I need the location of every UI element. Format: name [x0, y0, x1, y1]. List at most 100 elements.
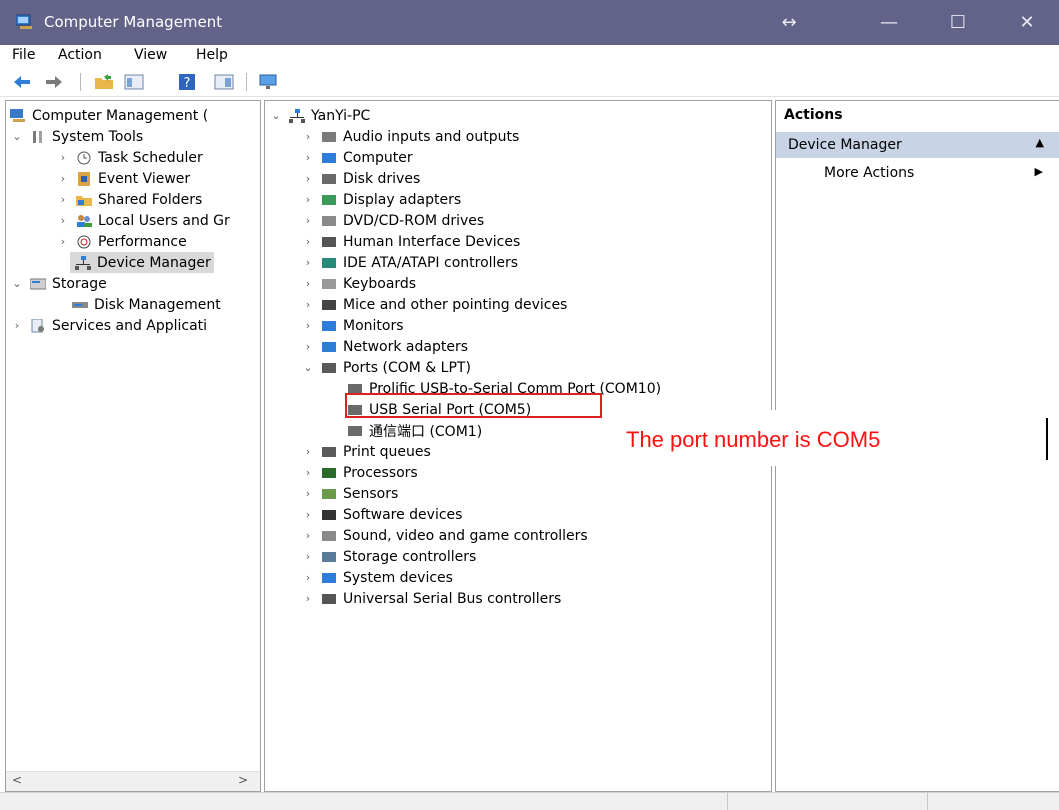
device-item-category-9[interactable]: › Monitors: [301, 315, 404, 336]
device-tree-root[interactable]: ⌄ YanYi-PC: [269, 105, 370, 126]
tree-item-disk-management[interactable]: Disk Management: [70, 294, 221, 315]
storage-icon: [30, 278, 46, 289]
device-item-category-8[interactable]: › Mice and other pointing devices: [301, 294, 568, 315]
chevron-down-icon[interactable]: ⌄: [10, 277, 24, 290]
pc-icon: [289, 108, 305, 123]
properties-icon[interactable]: [214, 73, 234, 91]
device-item-category-10[interactable]: › Network adapters: [301, 336, 468, 357]
scroll-left-icon[interactable]: <: [12, 773, 22, 787]
monitor-icon[interactable]: [258, 73, 278, 91]
tree-item-performance[interactable]: › Performance: [56, 231, 187, 252]
maximize-button[interactable]: ☐: [935, 0, 981, 45]
chevron-right-icon[interactable]: ›: [301, 172, 315, 185]
menu-file[interactable]: File: [12, 47, 35, 63]
device-item-label: Universal Serial Bus controllers: [343, 590, 562, 607]
show-hide-tree-icon[interactable]: [124, 73, 144, 91]
horizontal-scrollbar[interactable]: < >: [6, 771, 260, 791]
device-item-category-3[interactable]: › Display adapters: [301, 189, 461, 210]
disk-drive-icon: [322, 173, 336, 184]
actions-header: Actions: [784, 107, 843, 123]
folder-up-icon[interactable]: [94, 73, 114, 91]
more-actions-link[interactable]: More Actions: [824, 165, 914, 181]
tree-item-services-applications[interactable]: › Services and Applicati: [10, 315, 207, 336]
menu-bar: File Action View Help: [0, 45, 1059, 67]
disk-icon: [72, 301, 88, 308]
device-item-category-after-0[interactable]: › Print queues: [301, 441, 431, 462]
chevron-right-icon[interactable]: ›: [301, 235, 315, 248]
device-item-category-after-7[interactable]: › Universal Serial Bus controllers: [301, 588, 561, 609]
device-item-port-2[interactable]: 通信端口 (COM1): [341, 420, 482, 441]
device-item-category-after-1[interactable]: › Processors: [301, 462, 418, 483]
chevron-right-icon[interactable]: ›: [301, 256, 315, 269]
tree-item-storage[interactable]: ⌄ Storage: [10, 273, 106, 294]
tree-item-label: Services and Applicati: [52, 317, 208, 334]
chevron-right-icon[interactable]: ›: [56, 172, 70, 185]
hid-icon: [322, 236, 336, 247]
device-item-category-11[interactable]: ⌄ Ports (COM & LPT): [301, 357, 471, 378]
sensor-icon: [322, 488, 336, 499]
device-item-category-after-3[interactable]: › Software devices: [301, 504, 463, 525]
chevron-right-icon[interactable]: ›: [301, 445, 315, 458]
chevron-right-icon[interactable]: ›: [301, 592, 315, 605]
device-item-category-after-6[interactable]: › System devices: [301, 567, 453, 588]
chevron-right-icon[interactable]: ›: [301, 466, 315, 479]
device-item-category-after-4[interactable]: › Sound, video and game controllers: [301, 525, 588, 546]
back-arrow-icon[interactable]: [12, 73, 32, 91]
close-button[interactable]: ✕: [1004, 0, 1050, 45]
device-item-category-4[interactable]: › DVD/CD-ROM drives: [301, 210, 484, 231]
device-item-category-2[interactable]: › Disk drives: [301, 168, 420, 189]
chevron-right-icon[interactable]: ›: [301, 340, 315, 353]
chevron-right-icon[interactable]: ›: [301, 298, 315, 311]
device-item-label: Human Interface Devices: [343, 233, 521, 250]
chevron-down-icon[interactable]: ⌄: [301, 361, 315, 374]
chevron-right-icon[interactable]: ›: [301, 319, 315, 332]
device-item-category-0[interactable]: › Audio inputs and outputs: [301, 126, 519, 147]
tree-item-event-viewer[interactable]: › Event Viewer: [56, 168, 190, 189]
tree-item-device-manager[interactable]: Device Manager: [70, 252, 214, 273]
chevron-right-icon[interactable]: ›: [301, 487, 315, 500]
network-adapter-icon: [322, 341, 336, 352]
resize-icon[interactable]: ↔: [766, 0, 812, 45]
actions-section-label: Device Manager: [788, 137, 902, 153]
tree-item-task-scheduler[interactable]: › Task Scheduler: [56, 147, 203, 168]
device-item-label: 通信端口 (COM1): [369, 423, 483, 440]
device-item-category-after-5[interactable]: › Storage controllers: [301, 546, 477, 567]
help-icon[interactable]: ?: [178, 73, 198, 91]
menu-view[interactable]: View: [134, 47, 167, 63]
chevron-right-icon[interactable]: ›: [56, 235, 70, 248]
scroll-right-icon[interactable]: >: [238, 773, 248, 787]
chevron-right-icon[interactable]: ›: [301, 529, 315, 542]
menu-help[interactable]: Help: [196, 47, 228, 63]
device-item-category-after-2[interactable]: › Sensors: [301, 483, 399, 504]
forward-arrow-icon[interactable]: [44, 73, 64, 91]
tree-item-computer-management[interactable]: Computer Management (: [10, 105, 208, 126]
chevron-down-icon[interactable]: ⌄: [10, 130, 24, 143]
device-item-category-6[interactable]: › IDE ATA/ATAPI controllers: [301, 252, 518, 273]
software-device-icon: [322, 509, 336, 520]
chevron-right-icon[interactable]: ›: [10, 319, 24, 332]
device-item-category-5[interactable]: › Human Interface Devices: [301, 231, 520, 252]
minimize-button[interactable]: —: [866, 0, 912, 45]
menu-action[interactable]: Action: [58, 47, 102, 63]
chevron-right-icon[interactable]: ›: [301, 151, 315, 164]
chevron-right-icon[interactable]: ›: [301, 214, 315, 227]
tree-item-shared-folders[interactable]: › Shared Folders: [56, 189, 203, 210]
chevron-right-icon[interactable]: ›: [301, 508, 315, 521]
device-item-category-1[interactable]: › Computer: [301, 147, 413, 168]
actions-section-device-manager[interactable]: Device Manager ▲: [776, 132, 1059, 158]
chevron-right-icon[interactable]: ›: [301, 193, 315, 206]
chevron-right-icon[interactable]: ›: [56, 193, 70, 206]
submenu-arrow-icon[interactable]: ▶: [1035, 165, 1043, 178]
chevron-right-icon[interactable]: ›: [56, 151, 70, 164]
chevron-right-icon[interactable]: ›: [301, 277, 315, 290]
tree-item-local-users[interactable]: › Local Users and Gr: [56, 210, 230, 231]
chevron-right-icon[interactable]: ›: [301, 571, 315, 584]
chevron-right-icon[interactable]: ›: [301, 130, 315, 143]
device-item-category-7[interactable]: › Keyboards: [301, 273, 416, 294]
chevron-right-icon[interactable]: ›: [56, 214, 70, 227]
chevron-down-icon[interactable]: ⌄: [269, 109, 283, 122]
device-item-label: Computer: [343, 149, 413, 166]
tree-item-system-tools[interactable]: ⌄ System Tools: [10, 126, 143, 147]
collapse-up-icon[interactable]: ▲: [1036, 136, 1044, 149]
chevron-right-icon[interactable]: ›: [301, 550, 315, 563]
